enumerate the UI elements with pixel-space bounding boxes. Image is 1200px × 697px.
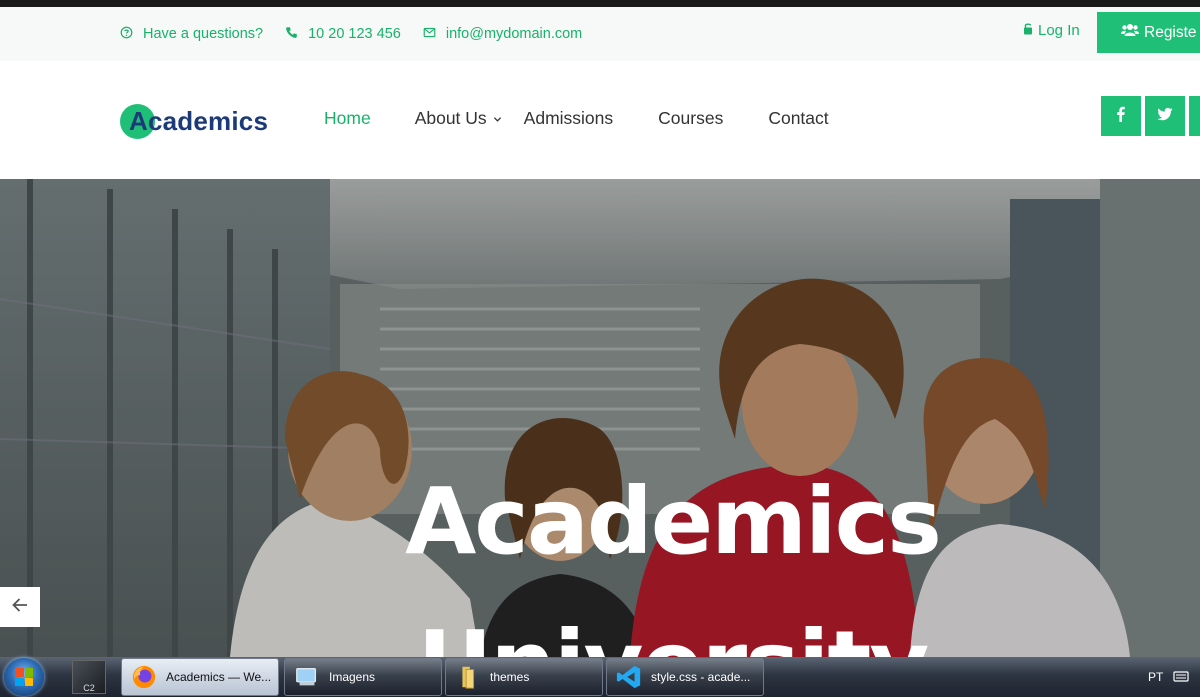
hero-slider: Academics University <box>0 179 1200 657</box>
phone-icon <box>285 26 298 43</box>
taskbar-item-firefox-label: Academics — We... <box>166 670 272 684</box>
main-navbar: Academics Home About Us Admissions Cours… <box>0 61 1200 179</box>
computer-icon <box>293 663 321 691</box>
social-button-partial[interactable] <box>1189 96 1200 136</box>
facebook-button[interactable] <box>1101 96 1141 136</box>
email-address: info@mydomain.com <box>445 26 583 42</box>
question-circle-icon <box>120 26 133 43</box>
keyboard-icon[interactable] <box>1173 668 1189 687</box>
email-item[interactable]: info@mydomain.com <box>423 26 582 43</box>
chevron-down-icon <box>487 108 502 129</box>
hero-background-image <box>0 179 1200 657</box>
os-taskbar: C2 Academics — We... Imagens themes styl… <box>0 657 1200 697</box>
logo-text: Academics <box>129 105 269 136</box>
taskbar-item-themes[interactable]: themes <box>445 658 603 696</box>
social-links <box>1101 96 1200 136</box>
phone-item[interactable]: 10 20 123 456 <box>285 26 401 43</box>
taskbar-item-imagens-label: Imagens <box>329 670 376 684</box>
top-info-bar: Have a questions? 10 20 123 456 info@myd… <box>0 7 1200 61</box>
pinned-app-crysis[interactable]: C2 <box>72 660 106 694</box>
firefox-icon <box>130 663 158 691</box>
lock-icon <box>1023 22 1033 39</box>
register-button[interactable]: Registe <box>1097 12 1200 53</box>
windows-logo-icon <box>15 668 33 686</box>
hero-title-line2: University <box>0 619 1200 658</box>
taskbar-item-vscode-label: style.css - acade... <box>651 670 751 684</box>
language-indicator[interactable]: PT <box>1148 670 1163 684</box>
site-logo[interactable]: Academics <box>120 103 268 139</box>
twitter-button[interactable] <box>1145 96 1185 136</box>
envelope-icon <box>423 26 436 43</box>
phone-number: 10 20 123 456 <box>308 26 401 42</box>
arrow-left-icon <box>11 596 29 619</box>
browser-top-edge <box>0 0 1200 7</box>
question-text: Have a questions? <box>143 26 264 42</box>
crysis-app-icon: C2 <box>83 683 95 693</box>
nav-admissions[interactable]: Admissions <box>524 108 613 129</box>
taskbar-item-imagens[interactable]: Imagens <box>284 658 442 696</box>
login-label: Log In <box>1038 22 1080 39</box>
slider-prev-button[interactable] <box>0 587 40 627</box>
contact-info: Have a questions? 10 20 123 456 info@myd… <box>120 7 582 61</box>
system-tray: PT <box>1148 657 1189 697</box>
taskbar-item-firefox[interactable]: Academics — We... <box>121 658 279 696</box>
hero-title-line1: Academics <box>405 468 942 575</box>
nav-courses[interactable]: Courses <box>658 108 723 129</box>
folder-icon <box>454 663 482 691</box>
facebook-icon <box>1113 106 1129 127</box>
login-link[interactable]: Log In <box>1023 22 1080 39</box>
users-icon <box>1121 23 1139 42</box>
question-item[interactable]: Have a questions? <box>120 26 263 43</box>
start-button[interactable] <box>4 658 44 696</box>
main-menu: Home About Us Admissions Courses Contact <box>324 108 829 129</box>
register-label: Registe <box>1144 23 1197 41</box>
taskbar-item-vscode[interactable]: style.css - acade... <box>606 658 764 696</box>
nav-home[interactable]: Home <box>324 108 371 129</box>
taskbar-item-themes-label: themes <box>490 670 530 684</box>
twitter-icon <box>1157 106 1173 127</box>
vscode-icon <box>615 663 643 691</box>
nav-about-us-label: About Us <box>414 108 487 128</box>
nav-contact[interactable]: Contact <box>768 108 828 129</box>
nav-about-us[interactable]: About Us <box>415 108 502 129</box>
